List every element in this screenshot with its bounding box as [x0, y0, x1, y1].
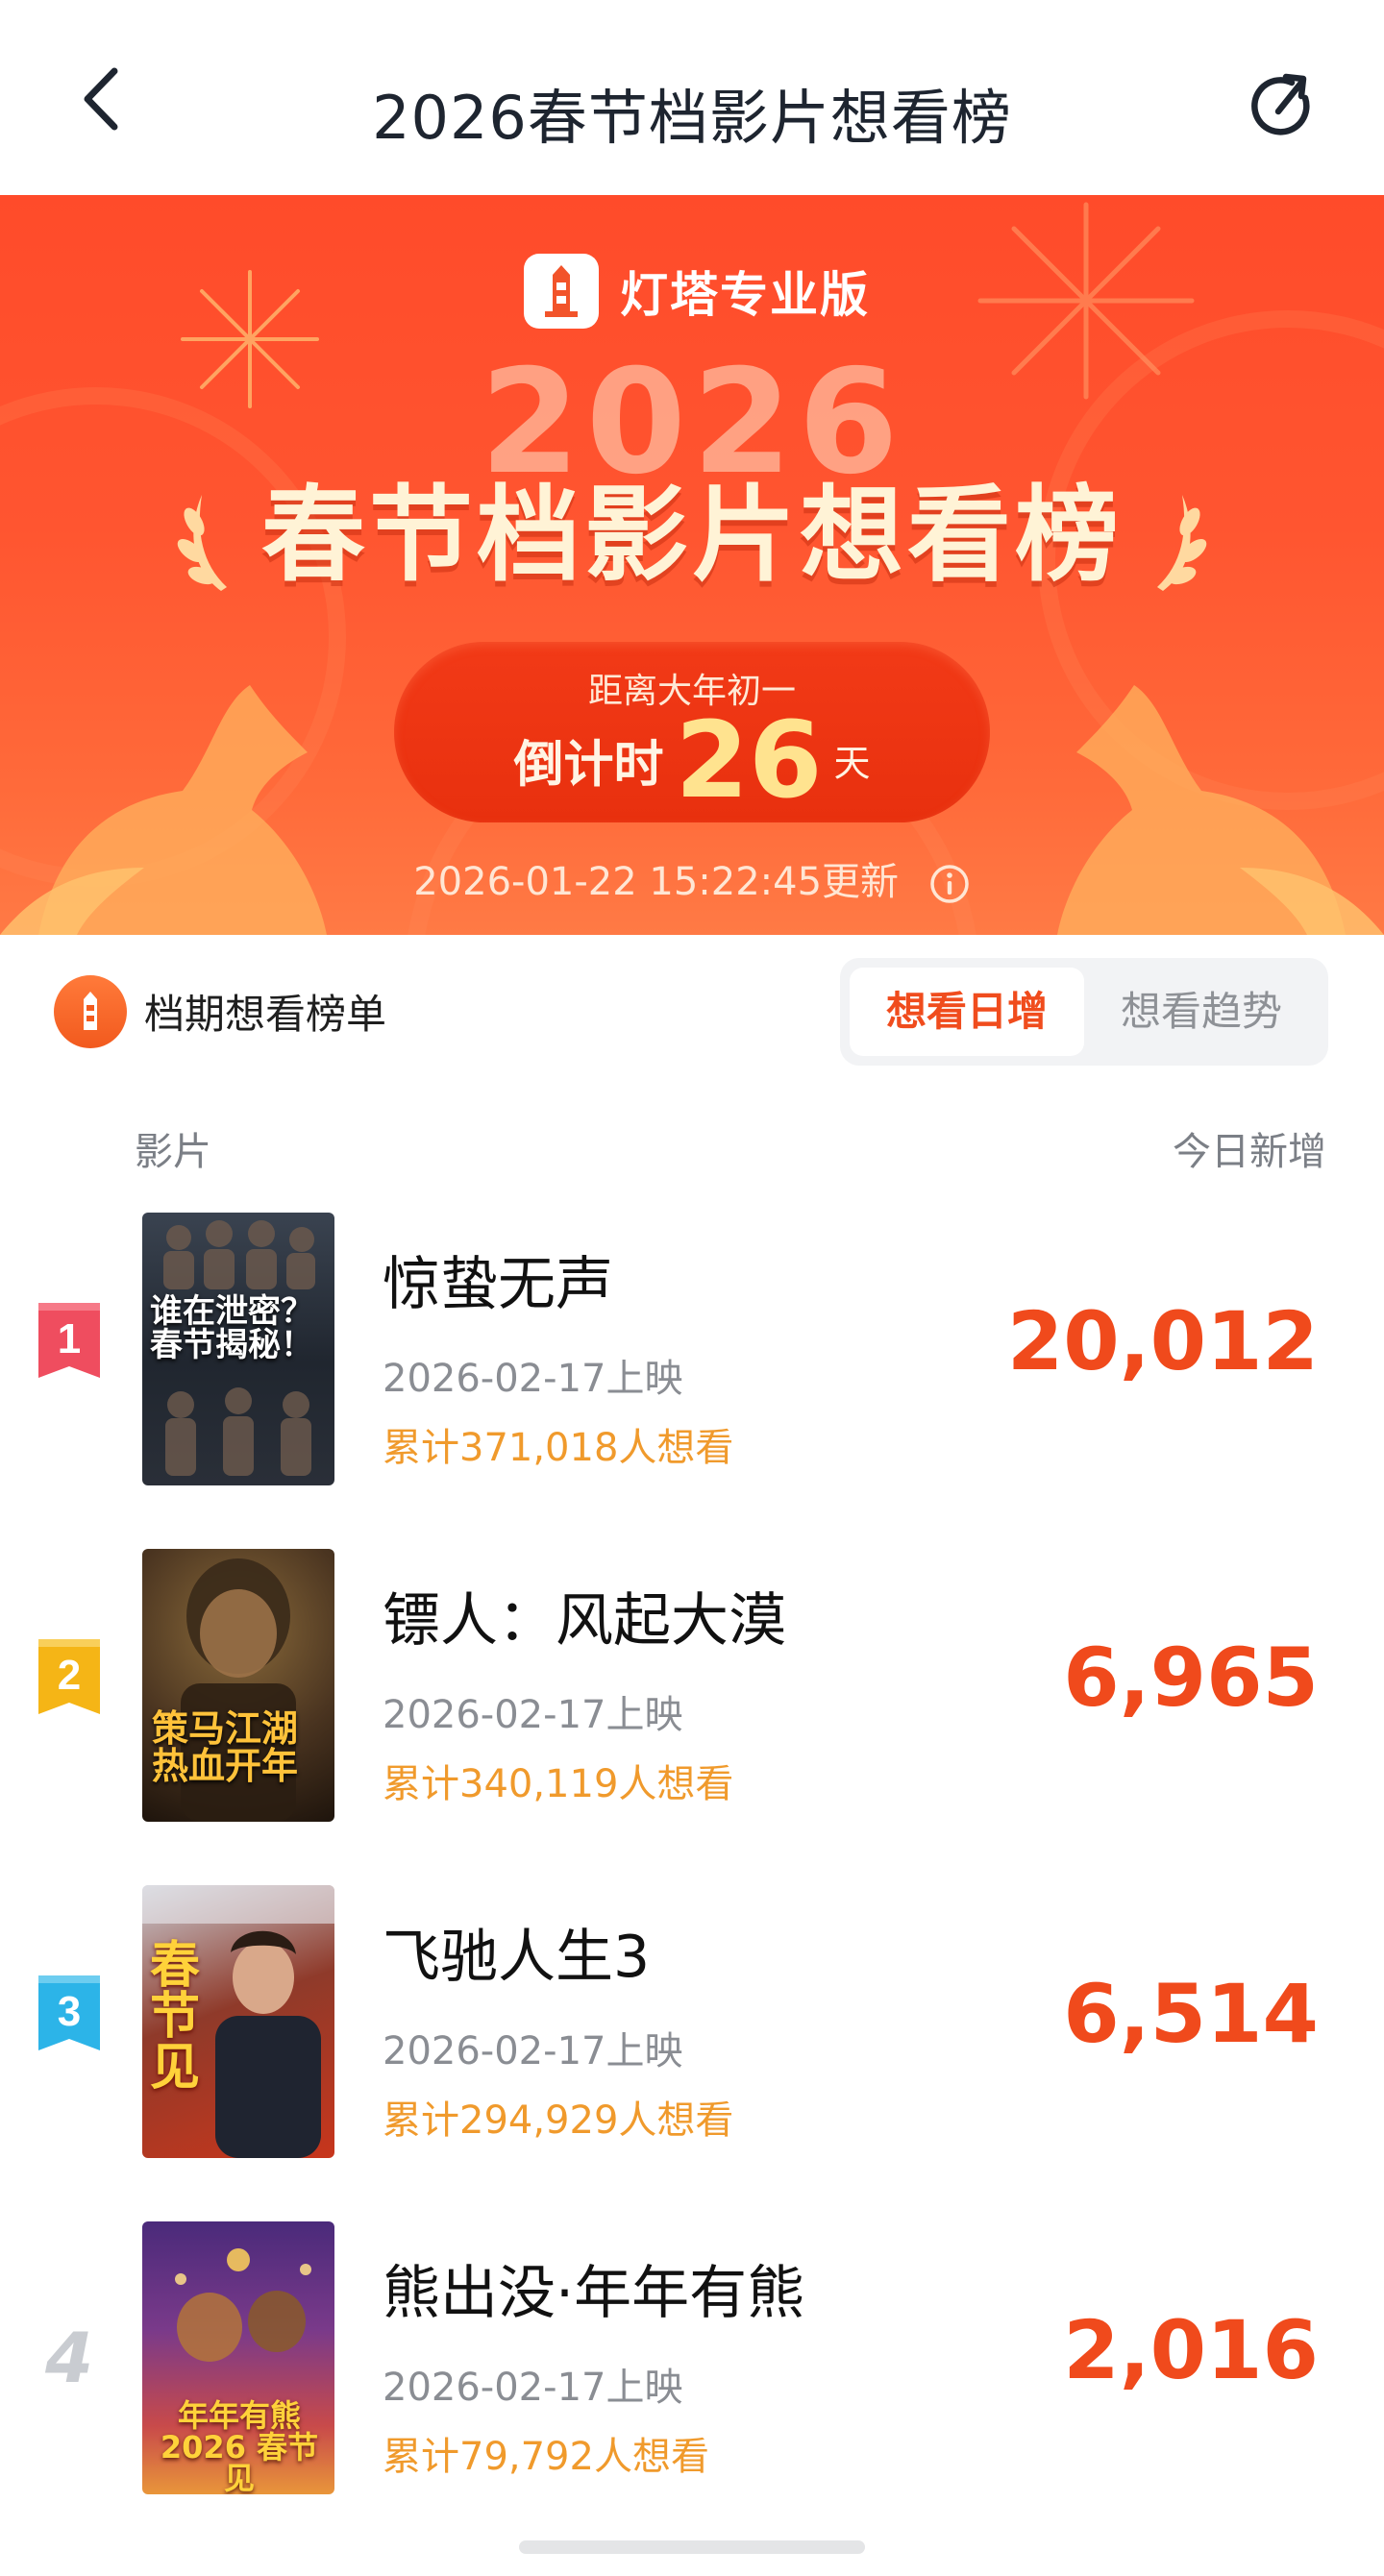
- film-today-increase: 2,016: [1063, 2303, 1319, 2397]
- update-time: 2026-01-22 15:22:45更新: [413, 860, 900, 904]
- svg-text:3: 3: [58, 1988, 81, 2035]
- film-release-date: 2026-02-17上映: [383, 2366, 683, 2410]
- film-title: 镖人：风起大漠: [383, 1587, 786, 1655]
- film-today-increase: 6,965: [1063, 1631, 1319, 1725]
- page-title: 2026春节档影片想看榜: [372, 83, 1012, 153]
- film-total-wish: 累计79,792人想看: [383, 2435, 709, 2479]
- film-release-date: 2026-02-17上映: [383, 1357, 683, 1401]
- countdown-unit: 天: [833, 742, 871, 785]
- share-button[interactable]: [1246, 69, 1321, 144]
- film-today-increase: 20,012: [1006, 1294, 1319, 1388]
- list-item[interactable]: 4 年年有熊 2026 春节见 熊出没·年年有熊 2026-02-17上映 累计…: [0, 2221, 1384, 2510]
- update-time-row: 2026-01-22 15:22:45更新: [0, 850, 1384, 906]
- brand-header: 灯塔专业版: [524, 253, 870, 330]
- list-item[interactable]: 2 策马江湖 热血开年 镖人：风起大漠 2026-02-17上映 累计340,1…: [0, 1549, 1384, 1837]
- poster-tagline: 春节见: [150, 1937, 201, 2098]
- film-release-date: 2026-02-17上映: [383, 2029, 683, 2073]
- countdown-row: 倒计时 26 天: [394, 707, 990, 813]
- share-refresh-icon: [1251, 73, 1310, 135]
- film-total-wish: 累计371,018人想看: [383, 1426, 734, 1470]
- film-title: 惊蛰无声: [383, 1251, 613, 1318]
- column-header-today: 今日新增: [1173, 1130, 1326, 1174]
- rank-badge: 1: [38, 1303, 100, 1378]
- brand-name: 灯塔专业版: [620, 267, 870, 323]
- home-indicator: [519, 2540, 865, 2554]
- countdown-prefix: 倒计时: [513, 736, 664, 795]
- list-item[interactable]: 3 春节见 飞驰人生3 2026-02-17上映 累计294,929人想看 6,…: [0, 1885, 1384, 2173]
- film-release-date: 2026-02-17上映: [383, 1693, 683, 1737]
- rank-number: 4: [44, 2318, 94, 2398]
- svg-text:1: 1: [58, 1315, 81, 1362]
- movie-poster[interactable]: 谁在泄密？春节揭秘！: [142, 1213, 334, 1485]
- lighthouse-logo-icon: [524, 254, 599, 329]
- info-icon[interactable]: [928, 863, 971, 905]
- film-today-increase: 6,514: [1063, 1967, 1319, 2061]
- poster-tagline: 年年有熊 2026 春节见: [160, 2397, 319, 2494]
- movie-poster[interactable]: 年年有熊 2026 春节见: [142, 2221, 334, 2494]
- laurel-right-icon: [1157, 495, 1207, 591]
- laurel-left-icon: [177, 495, 227, 591]
- ranking-tab-switch: 想看日增 想看趋势: [840, 958, 1328, 1066]
- top-navigation-bar: 2026春节档影片想看榜: [0, 0, 1384, 195]
- countdown-pill: 距离大年初一 倒计时 26 天: [394, 642, 990, 822]
- column-header-film: 影片: [135, 1130, 211, 1174]
- poster-tagline: 策马江湖 热血开年: [152, 1707, 299, 1787]
- banner-year: 2026: [480, 339, 904, 506]
- rank-badge: 3: [38, 1975, 100, 2050]
- tab-trend[interactable]: 想看趋势: [1084, 968, 1319, 1056]
- poster-tagline: 谁在泄密？春节揭秘！: [150, 1292, 313, 1364]
- film-title: 飞驰人生3: [383, 1924, 651, 1991]
- lighthouse-icon: [54, 975, 127, 1048]
- film-title: 熊出没·年年有熊: [383, 2260, 805, 2327]
- tab-daily-increase[interactable]: 想看日增: [850, 968, 1084, 1056]
- rank-badge: 2: [38, 1639, 100, 1714]
- film-total-wish: 累计294,929人想看: [383, 2098, 734, 2143]
- svg-text:2: 2: [58, 1652, 81, 1699]
- movie-poster[interactable]: 春节见: [142, 1885, 334, 2158]
- section-title: 档期想看榜单: [144, 991, 387, 1038]
- movie-poster[interactable]: 策马江湖 热血开年: [142, 1549, 334, 1822]
- event-banner: 灯塔专业版 2026 春节档影片想看榜 距离大年初一 倒计时 26 天 2026…: [0, 195, 1384, 935]
- countdown-days: 26: [675, 699, 823, 822]
- list-item[interactable]: 1 谁在泄密？春节揭秘！ 惊蛰无声 2026-02-17上映 累计371,018…: [0, 1213, 1384, 1501]
- film-total-wish: 累计340,119人想看: [383, 1762, 734, 1806]
